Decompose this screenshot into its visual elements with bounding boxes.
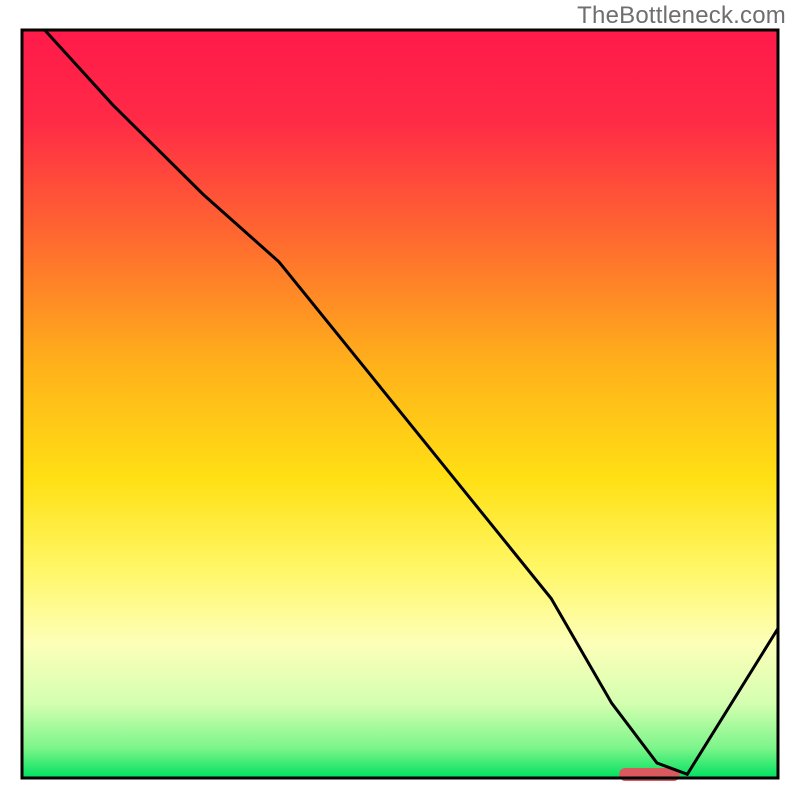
bottleneck-chart [0, 0, 800, 800]
chart-background [22, 30, 778, 778]
chart-container: { "watermark": "TheBottleneck.com", "cha… [0, 0, 800, 800]
